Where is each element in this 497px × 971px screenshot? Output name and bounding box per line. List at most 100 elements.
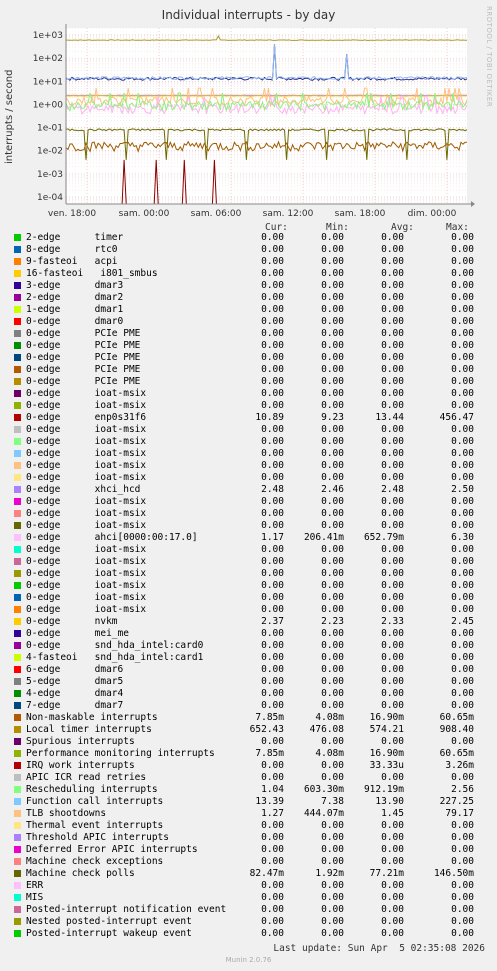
legend-avg-value: 0.00 [381, 904, 404, 915]
legend-swatch [14, 474, 21, 481]
legend-max-value: 908.40 [439, 724, 474, 735]
legend-cur-value: 0.00 [261, 904, 284, 915]
legend-swatch [14, 690, 21, 697]
legend-swatch [14, 846, 21, 853]
legend-swatch [14, 774, 21, 781]
legend-max-value: 0.00 [451, 328, 474, 339]
legend-avg-value: 0.00 [381, 460, 404, 471]
legend-min-value: 0.00 [321, 364, 344, 375]
legend-label: Deferred Error APIC interrupts [26, 844, 198, 855]
legend-label: Nested posted-interrupt event [26, 916, 192, 927]
legend-swatch [14, 930, 21, 937]
legend-avg-value: 0.00 [381, 832, 404, 843]
legend-row: 0-edge ioat-msix 0.00 0.00 0.00 0.00 [14, 400, 484, 412]
legend-row: Posted-interrupt wakeup event 0.00 0.00 0.0… [14, 928, 484, 940]
legend-min-value: 4.08m [315, 748, 344, 759]
legend-label: 0-edge enp0s31f6 [26, 412, 147, 423]
legend-label: 0-edge ioat-msix [26, 448, 147, 459]
legend-label: 0-edge PCIe PME [26, 328, 141, 339]
legend-label: 0-edge ioat-msix [26, 388, 147, 399]
legend-min-value: 7.38 [321, 796, 344, 807]
interrupts-chart: ven. 18:00 sam. 00:00 sam. 06:00 sam. 12:00… [33, 24, 475, 219]
y-tick-label: 1e-02 [37, 147, 63, 157]
legend-swatch [14, 438, 21, 445]
legend-max-value: 456.47 [439, 412, 474, 423]
legend-label: 0-edge ioat-msix [26, 508, 147, 519]
legend-row: Machine check polls 82.47m 1.92m 77.21m 146.… [14, 868, 484, 880]
legend-row: 4-edge dmar4 0.00 0.00 0.00 0.00 [14, 688, 484, 700]
legend-cur-value: 0.00 [261, 856, 284, 867]
legend-swatch [14, 318, 21, 325]
legend-label: 0-edge ioat-msix [26, 436, 147, 447]
legend-label: 0-edge mei_me [26, 628, 129, 639]
legend-avg-value: 2.33 [381, 616, 404, 627]
legend-min-value: 0.00 [321, 640, 344, 651]
legend-row: 0-edge nvkm 2.37 2.23 2.33 2.45 [14, 616, 484, 628]
legend-label: 0-edge ioat-msix [26, 400, 147, 411]
legend-max-value: 2.45 [451, 616, 474, 627]
legend-avg-value: 1.45 [381, 808, 404, 819]
legend-row: 0-edge enp0s31f6 10.89 9.23 13.44 456.47 [14, 412, 484, 424]
legend-cur-value: 0.00 [261, 604, 284, 615]
legend-swatch [14, 798, 21, 805]
legend-avg-value: 0.00 [381, 604, 404, 615]
legend-row: 2-edge dmar2 0.00 0.00 0.00 0.00 [14, 292, 484, 304]
legend-min-value: 0.00 [321, 472, 344, 483]
legend-row: 9-fasteoi acpi 0.00 0.00 0.00 0.00 [14, 256, 484, 268]
legend-min-value: 0.00 [321, 340, 344, 351]
legend-swatch [14, 654, 21, 661]
legend-max-value: 0.00 [451, 340, 474, 351]
legend-min-value: 0.00 [321, 292, 344, 303]
y-tick-label: 1e-04 [37, 193, 63, 203]
legend-cur-value: 0.00 [261, 652, 284, 663]
legend-label: 0-edge ioat-msix [26, 544, 147, 555]
legend-row: 16-fasteoi i801_smbus 0.00 0.00 0.00 0.00 [14, 268, 484, 280]
legend-max-value: 0.00 [451, 700, 474, 711]
legend-row: 8-edge rtc0 0.00 0.00 0.00 0.00 [14, 244, 484, 256]
legend-cur-value: 0.00 [261, 340, 284, 351]
legend-avg-value: 0.00 [381, 388, 404, 399]
y-tick-label: 1e+00 [33, 100, 64, 110]
legend-max-value: 0.00 [451, 292, 474, 303]
legend-label: 0-edge ioat-msix [26, 460, 147, 471]
legend-cur-value: 0.00 [261, 676, 284, 687]
legend-min-value: 0.00 [321, 700, 344, 711]
legend-cur-value: 0.00 [261, 304, 284, 315]
legend-avg-value: 0.00 [381, 628, 404, 639]
legend-min-value: 0.00 [321, 556, 344, 567]
legend-min-value: 0.00 [321, 916, 344, 927]
legend-cur-value: 0.00 [261, 772, 284, 783]
legend-avg-value: 0.00 [381, 472, 404, 483]
legend-row: Function call interrupts 13.39 7.38 13.90 22… [14, 796, 484, 808]
legend-min-value: 2.46 [321, 484, 344, 495]
legend-min-value: 0.00 [321, 760, 344, 771]
legend-row: 5-edge dmar5 0.00 0.00 0.00 0.00 [14, 676, 484, 688]
legend-avg-value: 77.21m [369, 868, 404, 879]
legend-max-value: 0.00 [451, 820, 474, 831]
legend-row: 0-edge PCIe PME 0.00 0.00 0.00 0.00 [14, 340, 484, 352]
legend-label: Threshold APIC interrupts [26, 832, 169, 843]
legend-avg-value: 0.00 [381, 556, 404, 567]
legend-max-value: 3.26m [445, 760, 474, 771]
legend-min-value: 603.30m [303, 784, 344, 795]
legend-max-value: 0.00 [451, 652, 474, 663]
legend-swatch [14, 786, 21, 793]
legend-avg-value: 0.00 [381, 376, 404, 387]
legend-cur-value: 0.00 [261, 316, 284, 327]
legend-swatch [14, 582, 21, 589]
legend-label: Machine check exceptions [26, 856, 164, 867]
legend-min-value: 0.00 [321, 880, 344, 891]
legend-avg-value: 0.00 [381, 340, 404, 351]
legend-max-value: 0.00 [451, 556, 474, 567]
legend-min-value: 0.00 [321, 856, 344, 867]
legend-swatch [14, 642, 21, 649]
legend-min-value: 0.00 [321, 592, 344, 603]
legend-swatch [14, 546, 21, 553]
legend-avg-value: 0.00 [381, 292, 404, 303]
legend-min-value: 0.00 [321, 400, 344, 411]
legend-cur-value: 0.00 [261, 280, 284, 291]
legend-swatch [14, 330, 21, 337]
legend-label: Thermal event interrupts [26, 820, 164, 831]
x-tick-label: ven. 18:00 [48, 209, 96, 219]
legend-min-value: 0.00 [321, 664, 344, 675]
